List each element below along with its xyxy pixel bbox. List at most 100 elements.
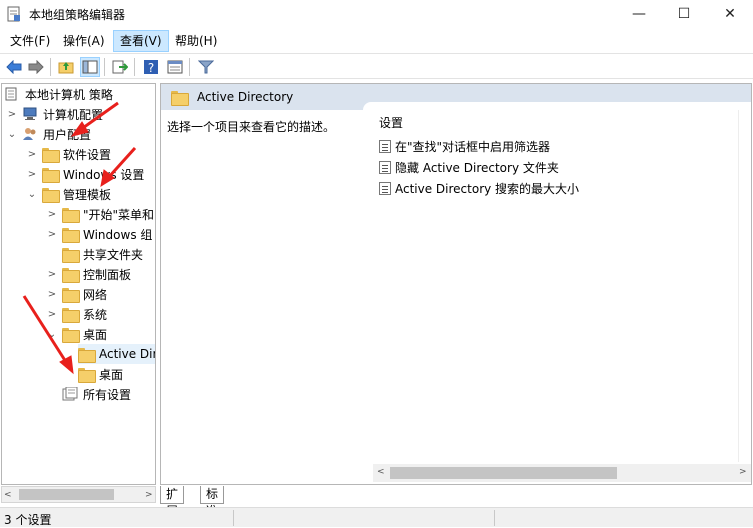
toolbar-separator bbox=[50, 58, 51, 76]
menu-view[interactable]: 查看(V) bbox=[113, 30, 169, 52]
tree-horizontal-scrollbar[interactable]: < > bbox=[1, 486, 156, 503]
policy-setting-icon bbox=[379, 181, 391, 195]
chevron-down-icon[interactable]: ⌄ bbox=[6, 129, 18, 140]
tree-label: 管理模板 bbox=[63, 187, 112, 202]
tree-item-start-menu[interactable]: > "开始"菜单和 bbox=[46, 204, 154, 224]
tree-item-computer-config[interactable]: > 计算机配置 bbox=[6, 104, 103, 124]
setting-row[interactable]: 在"查找"对话框中启用筛选器 bbox=[379, 136, 550, 156]
status-text: 3 个设置 bbox=[4, 513, 52, 527]
chevron-right-icon[interactable]: > bbox=[46, 309, 58, 320]
forward-icon[interactable] bbox=[26, 57, 46, 77]
maximize-button[interactable]: ☐ bbox=[661, 0, 707, 28]
menu-bar: 文件(F) 操作(A) 查看(V) 帮助(H) bbox=[0, 30, 753, 52]
scroll-left-icon[interactable]: < bbox=[377, 467, 385, 477]
tree-item-desktop[interactable]: ⌄ 桌面 bbox=[46, 324, 107, 344]
header-curve bbox=[363, 102, 751, 110]
tree-label: 系统 bbox=[83, 307, 108, 322]
setting-label: 在"查找"对话框中启用筛选器 bbox=[395, 139, 551, 154]
tree-item-shared-folders[interactable]: 共享文件夹 bbox=[62, 244, 143, 264]
up-folder-icon[interactable] bbox=[56, 57, 76, 77]
tree-item-windows-components[interactable]: > Windows 组 bbox=[46, 224, 152, 244]
chevron-right-icon[interactable]: > bbox=[26, 149, 38, 160]
folder-icon bbox=[62, 287, 80, 303]
setting-row[interactable]: 隐藏 Active Directory 文件夹 bbox=[379, 157, 559, 177]
tab-standard[interactable]: 标准 bbox=[200, 486, 225, 518]
chevron-right-icon[interactable]: > bbox=[46, 209, 58, 220]
scroll-right-icon[interactable]: > bbox=[739, 467, 747, 477]
tree-item-admin-templates[interactable]: ⌄ 管理模板 bbox=[26, 184, 111, 204]
folder-icon bbox=[62, 207, 80, 223]
tree-label: "开始"菜单和 bbox=[83, 207, 155, 222]
scrollbar-thumb[interactable] bbox=[19, 489, 114, 500]
tree-label: 桌面 bbox=[83, 327, 108, 342]
folder-icon bbox=[42, 187, 60, 203]
folder-icon bbox=[62, 307, 80, 323]
filter-icon[interactable] bbox=[196, 57, 216, 77]
tree-item-system[interactable]: > 系统 bbox=[46, 304, 107, 324]
tree-item-windows-settings[interactable]: > Windows 设置 bbox=[26, 164, 144, 184]
chevron-right-icon[interactable]: > bbox=[46, 269, 58, 280]
svg-text:?: ? bbox=[148, 61, 154, 75]
tree-label: 用户配置 bbox=[43, 127, 92, 142]
chevron-down-icon[interactable]: ⌄ bbox=[26, 189, 38, 200]
tree-label: 共享文件夹 bbox=[83, 247, 144, 262]
tree-item-network[interactable]: > 网络 bbox=[46, 284, 107, 304]
properties-icon[interactable] bbox=[165, 57, 185, 77]
settings-column-header[interactable]: 设置 bbox=[379, 114, 749, 134]
app-icon bbox=[7, 6, 20, 22]
policy-setting-icon bbox=[379, 139, 391, 153]
chevron-right-icon[interactable]: > bbox=[46, 229, 58, 240]
tree-item-user-config[interactable]: ⌄ 用户配置 bbox=[6, 124, 91, 144]
tree-root[interactable]: 本地计算机 策略 bbox=[4, 84, 113, 104]
chevron-down-icon[interactable]: ⌄ bbox=[46, 329, 58, 340]
setting-label: Active Directory 搜索的最大大小 bbox=[395, 181, 580, 196]
setting-row[interactable]: Active Directory 搜索的最大大小 bbox=[379, 178, 579, 198]
window-title: 本地组策略编辑器 bbox=[29, 8, 126, 22]
chevron-right-icon[interactable]: > bbox=[26, 169, 38, 180]
minimize-button[interactable]: — bbox=[616, 0, 662, 28]
scroll-right-icon[interactable]: > bbox=[145, 490, 153, 500]
menu-action[interactable]: 操作(A) bbox=[57, 30, 111, 52]
back-icon[interactable] bbox=[4, 57, 24, 77]
tree-item-control-panel[interactable]: > 控制面板 bbox=[46, 264, 131, 284]
chevron-right-icon[interactable]: > bbox=[46, 289, 58, 300]
policy-setting-icon bbox=[379, 160, 391, 174]
scrollbar-thumb[interactable] bbox=[390, 467, 617, 479]
tree-label: 计算机配置 bbox=[43, 107, 104, 122]
folder-icon bbox=[62, 327, 80, 343]
menu-help[interactable]: 帮助(H) bbox=[169, 30, 223, 52]
tree-label: 软件设置 bbox=[63, 147, 112, 162]
folder-icon bbox=[78, 347, 96, 363]
details-vertical-scrollbar[interactable] bbox=[738, 110, 752, 462]
folder-icon bbox=[62, 227, 80, 243]
folder-icon bbox=[62, 247, 80, 263]
tree-item-software-settings[interactable]: > 软件设置 bbox=[26, 144, 111, 164]
tree-label: Windows 组 bbox=[83, 227, 153, 242]
users-icon bbox=[22, 127, 38, 141]
tree-item-desktop-sub[interactable]: 桌面 bbox=[78, 364, 123, 384]
chevron-right-icon[interactable]: > bbox=[6, 109, 18, 120]
tab-extended[interactable]: 扩展 bbox=[160, 486, 185, 518]
folder-icon bbox=[62, 267, 80, 283]
tree-label: 控制面板 bbox=[83, 267, 132, 282]
details-horizontal-scrollbar[interactable]: < > bbox=[373, 464, 751, 482]
close-button[interactable]: ✕ bbox=[707, 0, 753, 28]
tree-item-active-directory[interactable]: Active Dir bbox=[78, 344, 155, 364]
menu-file[interactable]: 文件(F) bbox=[4, 30, 56, 52]
help-icon[interactable]: ? bbox=[141, 57, 161, 77]
tree-label: 桌面 bbox=[99, 367, 124, 382]
tree-pane[interactable]: 本地计算机 策略 > 计算机配置 ⌄ 用户配置 > 软件设置 > Windows… bbox=[1, 83, 156, 485]
computer-icon bbox=[22, 107, 38, 121]
tree-item-all-settings[interactable]: 所有设置 bbox=[62, 384, 131, 404]
setting-label: 隐藏 Active Directory 文件夹 bbox=[395, 160, 559, 175]
toolbar-separator bbox=[104, 58, 105, 76]
export-list-icon[interactable] bbox=[110, 57, 130, 77]
all-settings-icon bbox=[62, 386, 78, 401]
policy-document-icon bbox=[4, 87, 20, 101]
folder-icon bbox=[42, 167, 60, 183]
tree-label: Windows 设置 bbox=[63, 167, 145, 182]
toolbar-separator bbox=[134, 58, 135, 76]
scroll-left-icon[interactable]: < bbox=[4, 490, 12, 500]
show-hide-tree-icon[interactable] bbox=[80, 57, 100, 77]
status-separator bbox=[233, 510, 234, 526]
